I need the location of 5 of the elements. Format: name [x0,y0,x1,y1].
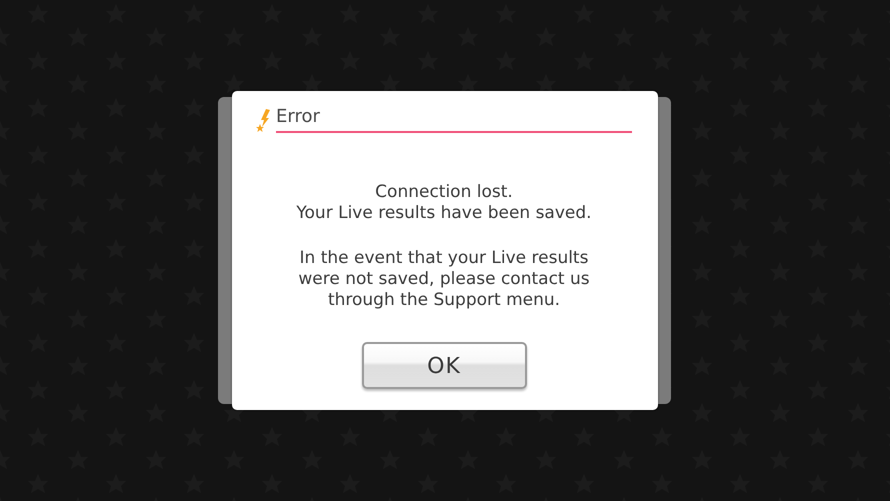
dialog-title: Error [276,106,320,127]
message-text: In the event that your Live results were not saved, please contact us through the Support menu. [297,248,591,311]
message-text: Connection lost. Your Live results have been saved. [295,182,593,224]
lightning-star-icon [256,109,272,133]
ok-button[interactable]: OK [362,342,526,389]
